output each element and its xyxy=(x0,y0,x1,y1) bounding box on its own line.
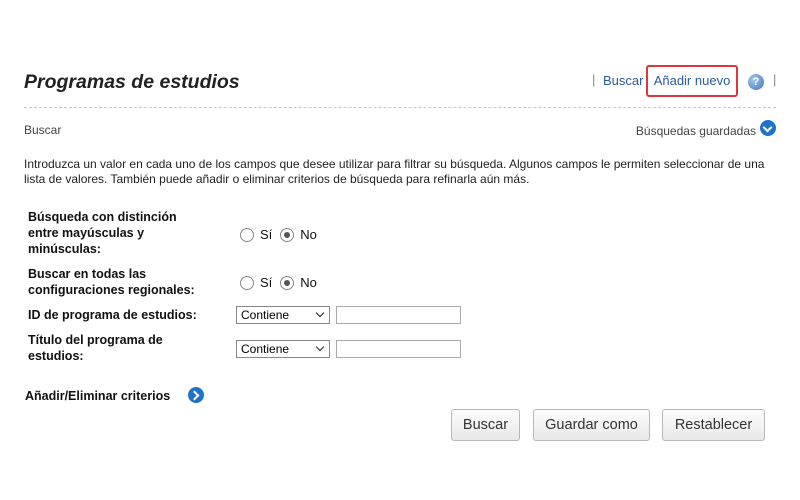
chevron-down-icon xyxy=(315,308,325,318)
all-locales-yes-radio[interactable] xyxy=(240,275,254,290)
saved-searches-link[interactable]: Búsquedas guardadas xyxy=(636,124,756,138)
search-button[interactable]: Buscar xyxy=(451,409,520,441)
case-sensitive-label: Búsqueda con distinción entre mayúsculas… xyxy=(28,210,177,256)
search-section-label: Buscar xyxy=(24,123,62,137)
chevron-down-icon[interactable] xyxy=(760,120,776,136)
program-title-label: Título del programa de estudios: xyxy=(28,333,163,363)
header-divider xyxy=(24,107,776,108)
program-id-label: ID de programa de estudios: xyxy=(28,308,197,322)
program-title-operator-select[interactable]: Contiene xyxy=(236,340,330,358)
case-sensitive-radio-group: Sí No xyxy=(240,227,325,242)
save-as-button[interactable]: Guardar como xyxy=(533,409,650,441)
all-locales-label: Buscar en todas las configuraciones regi… xyxy=(28,267,195,297)
separator: | xyxy=(773,72,777,87)
chevron-down-icon xyxy=(315,342,325,352)
program-id-input[interactable] xyxy=(336,306,461,324)
all-locales-radio-group: Sí No xyxy=(240,275,325,290)
case-sensitive-yes-radio[interactable] xyxy=(240,227,254,242)
add-remove-criteria-link[interactable]: Añadir/Eliminar criterios xyxy=(25,389,170,403)
case-sensitive-no-radio[interactable] xyxy=(280,227,295,242)
add-new-link[interactable]: Añadir nuevo xyxy=(646,65,738,97)
all-locales-no-radio[interactable] xyxy=(280,275,295,290)
question-icon[interactable]: ? xyxy=(748,74,764,90)
search-link[interactable]: Buscar xyxy=(603,73,643,88)
program-id-operator-select[interactable]: Contiene xyxy=(236,306,330,324)
page-title: Programas de estudios xyxy=(24,71,240,93)
reset-button[interactable]: Restablecer xyxy=(662,409,765,441)
intro-text: Introduzca un valor en cada uno de los c… xyxy=(24,157,765,186)
separator: | xyxy=(592,72,596,87)
chevron-right-icon[interactable] xyxy=(188,387,204,403)
program-title-input[interactable] xyxy=(336,340,461,358)
